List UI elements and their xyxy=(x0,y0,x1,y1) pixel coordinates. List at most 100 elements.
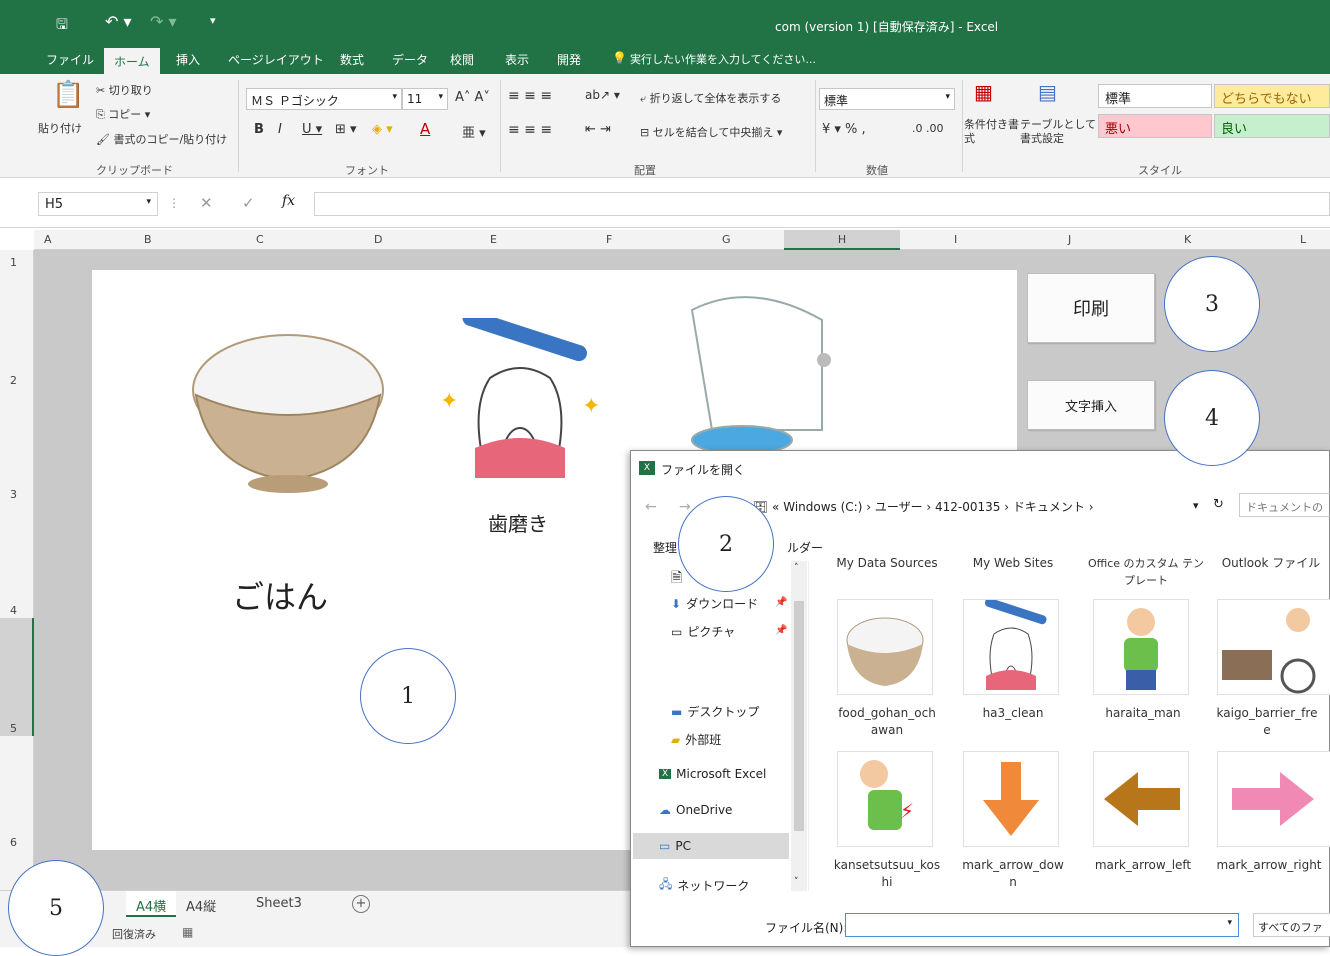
file-name-label[interactable]: kaigo_barrier_fre e xyxy=(1207,705,1327,739)
file-name-label[interactable]: mark_arrow_right xyxy=(1209,857,1329,874)
file-thumb-mark-arrow-right[interactable] xyxy=(1217,751,1330,847)
sheet-tab-a4-portrait[interactable]: A4縦 xyxy=(186,896,216,915)
enter-icon[interactable]: ✓ xyxy=(242,194,255,212)
column-header[interactable]: C xyxy=(256,233,264,246)
format-as-table-icon[interactable]: ▤ xyxy=(1038,80,1057,104)
breadcrumb-drive[interactable]: Windows (C:) xyxy=(783,500,862,514)
column-header[interactable]: G xyxy=(722,233,731,246)
breadcrumb-users[interactable]: ユーザー xyxy=(875,500,923,514)
organize-button[interactable]: 整理 xyxy=(653,539,677,556)
style-normal[interactable]: 標準 xyxy=(1098,84,1212,108)
documents-nav-icon[interactable]: 🗎 xyxy=(671,567,682,591)
column-header[interactable]: B xyxy=(144,233,152,246)
filetype-select[interactable]: すべてのファ xyxy=(1253,913,1330,937)
file-thumb-mark-arrow-left[interactable] xyxy=(1093,751,1189,847)
new-folder-button[interactable]: ルダー xyxy=(787,539,823,556)
row-header[interactable]: 2 xyxy=(10,374,17,387)
file-thumb-kaigo-barrier-free[interactable] xyxy=(1217,599,1330,695)
underline-button[interactable]: U ▾ xyxy=(302,122,322,137)
address-bar[interactable]: 🗄 « Windows (C:) › ユーザー › 412-00135 › ドキ… xyxy=(753,495,1229,517)
file-name-label[interactable]: food_gohan_och awan xyxy=(827,705,947,739)
column-header[interactable]: E xyxy=(490,233,497,246)
wrap-text-button[interactable]: ⤶ 折り返して全体を表示する xyxy=(640,90,781,106)
style-neutral[interactable]: どちらでもない xyxy=(1214,84,1330,108)
column-header[interactable]: L xyxy=(1300,233,1306,246)
file-thumb-haraita-man[interactable] xyxy=(1093,599,1189,695)
font-size-select[interactable]: 11 ▾ xyxy=(402,88,448,110)
font-grow-shrink-icon[interactable]: A˄ A˅ xyxy=(455,90,490,105)
nav-item-microsoft-excel[interactable]: X Microsoft Excel xyxy=(659,767,766,781)
column-header[interactable]: J xyxy=(1068,233,1071,246)
tab-developer[interactable]: 開発 xyxy=(557,51,581,68)
sheet-tab-a4-landscape[interactable]: A4横 xyxy=(126,891,177,917)
tab-insert[interactable]: 挿入 xyxy=(176,51,200,68)
tab-review[interactable]: 校閲 xyxy=(450,51,474,68)
redo-icon[interactable]: ↷ ▾ xyxy=(150,12,177,31)
format-painter-button[interactable]: 🖌 書式のコピー/貼り付け xyxy=(96,131,227,147)
cut-button[interactable]: ✂ 切り取り xyxy=(96,82,153,98)
scroll-thumb[interactable] xyxy=(794,601,804,831)
column-header[interactable]: F xyxy=(606,233,612,246)
nav-item-downloads[interactable]: ⬇ ダウンロード xyxy=(671,595,758,612)
row-header[interactable]: 1 xyxy=(10,256,17,269)
pin-icon[interactable]: 📌 xyxy=(775,597,787,608)
save-icon[interactable]: 🖫 xyxy=(56,14,68,38)
toilet-image[interactable] xyxy=(652,290,852,460)
nav-item-network[interactable]: 🖧 ネットワーク xyxy=(659,875,749,896)
tab-file[interactable]: ファイル xyxy=(46,51,94,68)
back-icon[interactable]: ← xyxy=(645,499,657,515)
nav-item-gaibuhan[interactable]: ▰ 外部班 xyxy=(671,731,721,748)
row-header[interactable]: 6 xyxy=(10,836,17,849)
number-format-select[interactable]: 標準 ▾ xyxy=(819,88,955,110)
font-name-select[interactable]: ＭＳ Ｐゴシック ▾ xyxy=(246,88,402,110)
nav-item-onedrive[interactable]: ☁ OneDrive xyxy=(659,803,732,817)
print-button[interactable]: 印刷 xyxy=(1027,273,1155,343)
indent-icon[interactable]: ⇤ ⇥ xyxy=(585,122,611,137)
breadcrumb-documents[interactable]: ドキュメント xyxy=(1013,500,1085,514)
sheet-tab-sheet3[interactable]: Sheet3 xyxy=(256,896,302,911)
pin-icon[interactable]: 📌 xyxy=(775,625,787,636)
file-thumb-ha3-clean[interactable] xyxy=(963,597,1059,695)
tab-formulas[interactable]: 数式 xyxy=(340,51,364,68)
nav-item-pictures[interactable]: ▭ ピクチャ xyxy=(671,623,735,640)
conditional-format-icon[interactable]: ▦ xyxy=(974,80,993,104)
rice-bowl-image[interactable] xyxy=(188,320,388,500)
paste-icon[interactable]: 📋 xyxy=(52,80,84,110)
scroll-up-icon[interactable]: ˄ xyxy=(794,563,799,573)
row-header-selected[interactable]: 5 xyxy=(0,618,34,736)
folder-label[interactable]: My Data Sources xyxy=(827,555,947,575)
insert-text-button[interactable]: 文字挿入 xyxy=(1027,380,1155,430)
currency-icon[interactable]: ¥ ▾ % , xyxy=(822,122,866,137)
name-box[interactable]: H5 ▾ xyxy=(38,192,158,216)
formula-input[interactable] xyxy=(314,192,1330,216)
bold-button[interactable]: B xyxy=(254,122,264,137)
format-as-table-button[interactable]: テーブルとして書式設定 xyxy=(1020,118,1096,146)
copy-button[interactable]: ⎘ コピー ▾ xyxy=(96,106,150,122)
paste-button[interactable]: 貼り付け xyxy=(38,120,82,136)
file-name-label[interactable]: kansetsutsuu_kos hi xyxy=(827,857,947,891)
scroll-down-icon[interactable]: ˅ xyxy=(794,877,799,887)
folder-label[interactable]: Outlook ファイル xyxy=(1211,555,1330,575)
column-header[interactable]: D xyxy=(374,233,382,246)
folder-label[interactable]: Office のカスタム テンプレート xyxy=(1083,555,1209,589)
nav-item-desktop[interactable]: ▬ デスクトップ xyxy=(671,703,759,720)
row-header[interactable]: 3 xyxy=(10,488,17,501)
filename-input[interactable]: ▾ xyxy=(845,913,1239,937)
refresh-icon[interactable]: ↻ xyxy=(1213,497,1224,512)
filename-dropdown-icon[interactable]: ▾ xyxy=(1227,918,1232,928)
tab-data[interactable]: データ xyxy=(392,51,428,68)
tell-me-input[interactable]: 実行したい作業を入力してください... xyxy=(630,51,816,67)
tab-page-layout[interactable]: ページレイアウト xyxy=(228,51,324,68)
file-thumb-mark-arrow-down[interactable] xyxy=(963,751,1059,847)
folder-label[interactable]: My Web Sites xyxy=(953,555,1073,575)
toothbrush-image[interactable]: ✦ ✦ xyxy=(430,318,610,488)
column-header-selected[interactable]: H xyxy=(784,230,900,250)
column-header[interactable]: K xyxy=(1184,233,1191,246)
decimal-icon[interactable]: .0 .00 xyxy=(912,122,944,135)
tab-view[interactable]: 表示 xyxy=(505,51,529,68)
orientation-icon[interactable]: ab↗ ▾ xyxy=(585,88,620,102)
align-top-icon[interactable]: ≡ ≡ ≡ xyxy=(508,88,552,104)
file-name-label[interactable]: ha3_clean xyxy=(953,705,1073,722)
file-thumb-kansetsutsuu-koshi[interactable]: ⚡ xyxy=(837,751,933,847)
cancel-icon[interactable]: ✕ xyxy=(200,194,213,212)
